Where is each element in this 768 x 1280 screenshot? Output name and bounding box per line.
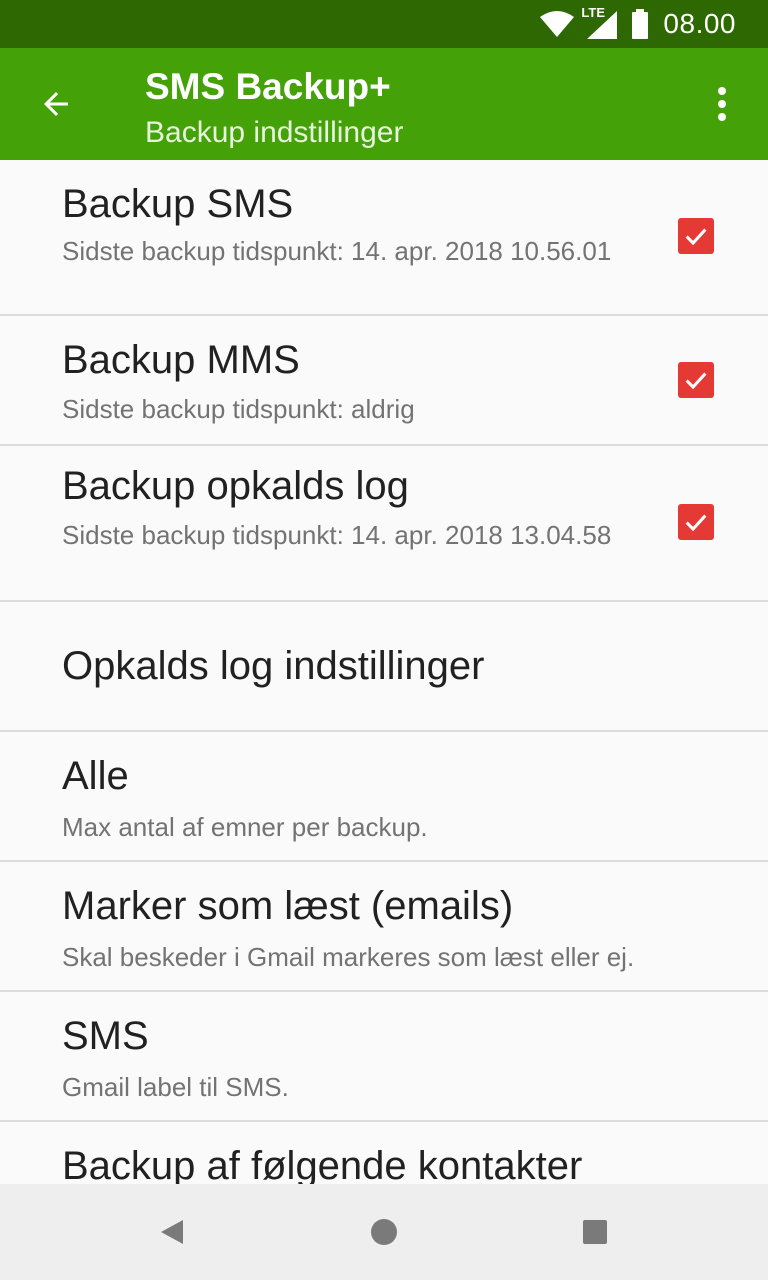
pref-backup-sms[interactable]: Backup SMS Sidste backup tidspunkt: 14. … [0,160,768,316]
check-icon [685,514,707,532]
pref-backup-call-log[interactable]: Backup opkalds log Sidste backup tidspun… [0,446,768,602]
navigation-bar [0,1184,768,1280]
app-title: SMS Backup+ [145,66,391,107]
pref-mark-as-read[interactable]: Marker som læst (emails) Skal beskeder i… [0,862,768,992]
pref-title: Backup af følgende kontakter [62,1144,583,1184]
pref-title: Backup MMS [62,338,300,382]
back-triangle-icon [161,1220,183,1244]
cell-signal-icon: LTE [581,5,618,39]
pref-title: Backup SMS [62,182,294,226]
wifi-icon [539,10,575,38]
pref-summary: Skal beskeder i Gmail markeres som læst … [62,942,635,972]
pref-title: Opkalds log indstillinger [62,644,485,688]
recents-square-icon [583,1220,607,1244]
check-icon [685,372,707,390]
backup-sms-checkbox[interactable] [678,218,714,254]
home-circle-icon [371,1219,397,1245]
pref-summary: Gmail label til SMS. [62,1072,289,1102]
app-bar: SMS Backup+ Backup indstillinger [0,48,768,160]
pref-max-items[interactable]: Alle Max antal af emner per backup. [0,732,768,862]
pref-summary: Sidste backup tidspunkt: 14. apr. 2018 1… [62,236,612,266]
network-type-label: LTE [581,5,606,20]
preferences-list: Backup SMS Sidste backup tidspunkt: 14. … [0,160,768,1184]
pref-sms-label[interactable]: SMS Gmail label til SMS. [0,992,768,1122]
battery-icon [631,9,649,39]
arrow-back-icon [44,92,68,116]
app-subtitle: Backup indstillinger [145,116,404,149]
nav-home-button[interactable] [356,1204,412,1260]
pref-backup-contacts[interactable]: Backup af følgende kontakter [0,1122,768,1184]
check-icon [685,228,707,246]
pref-title: Backup opkalds log [62,464,409,508]
overflow-menu-button[interactable] [698,76,746,132]
pref-summary: Sidste backup tidspunkt: aldrig [62,394,415,424]
pref-summary: Max antal af emner per backup. [62,812,428,842]
status-icons: LTE 08.00 [539,0,736,48]
back-button[interactable] [28,76,84,132]
pref-summary: Sidste backup tidspunkt: 14. apr. 2018 1… [62,520,612,550]
status-time: 08.00 [663,8,736,39]
nav-recents-button[interactable] [567,1204,623,1260]
nav-back-button[interactable] [144,1204,200,1260]
status-bar: LTE 08.00 [0,0,768,48]
pref-title: Marker som læst (emails) [62,884,514,928]
pref-title: Alle [62,754,129,798]
pref-title: SMS [62,1014,149,1058]
pref-backup-mms[interactable]: Backup MMS Sidste backup tidspunkt: aldr… [0,316,768,446]
backup-mms-checkbox[interactable] [678,362,714,398]
more-vert-icon [718,87,726,121]
pref-call-log-settings[interactable]: Opkalds log indstillinger [0,602,768,732]
backup-call-log-checkbox[interactable] [678,504,714,540]
